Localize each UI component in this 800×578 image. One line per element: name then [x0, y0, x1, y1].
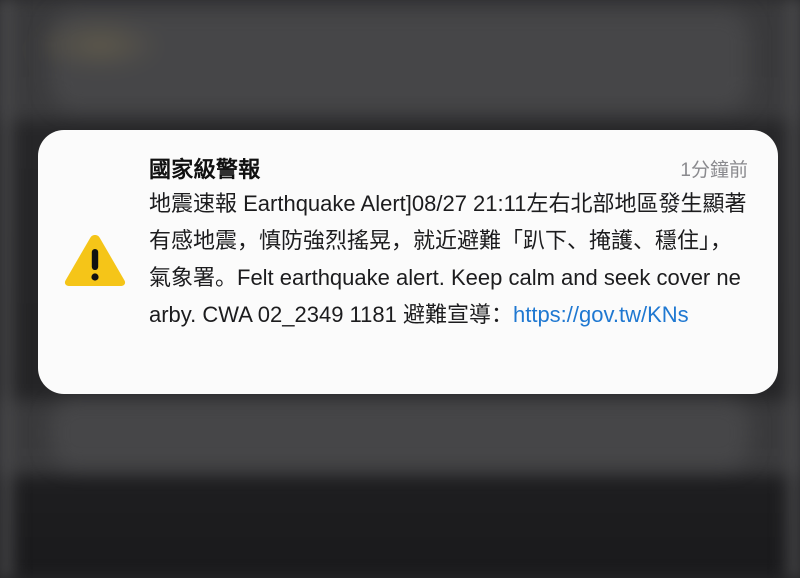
- notification-title: 國家級警報: [149, 157, 261, 182]
- background-edge-left: [0, 0, 22, 578]
- notification-header: 國家級警報 1分鐘前: [149, 150, 748, 184]
- notification-timestamp: 1分鐘前: [680, 160, 748, 181]
- alert-info-link[interactable]: https://gov.tw/KNs: [513, 302, 689, 327]
- blurred-notification-behind-top: [50, 10, 750, 110]
- notification-message: 地震速報 Earthquake Alert]08/27 21:11左右北部地區發…: [149, 185, 749, 333]
- emergency-alert-notification[interactable]: 國家級警報 1分鐘前 地震速報 Earthquake Alert]08/27 2…: [38, 130, 778, 394]
- warning-triangle-icon: [63, 232, 127, 288]
- blurred-notification-behind-bottom: [50, 398, 750, 468]
- background-edge-right: [778, 0, 800, 578]
